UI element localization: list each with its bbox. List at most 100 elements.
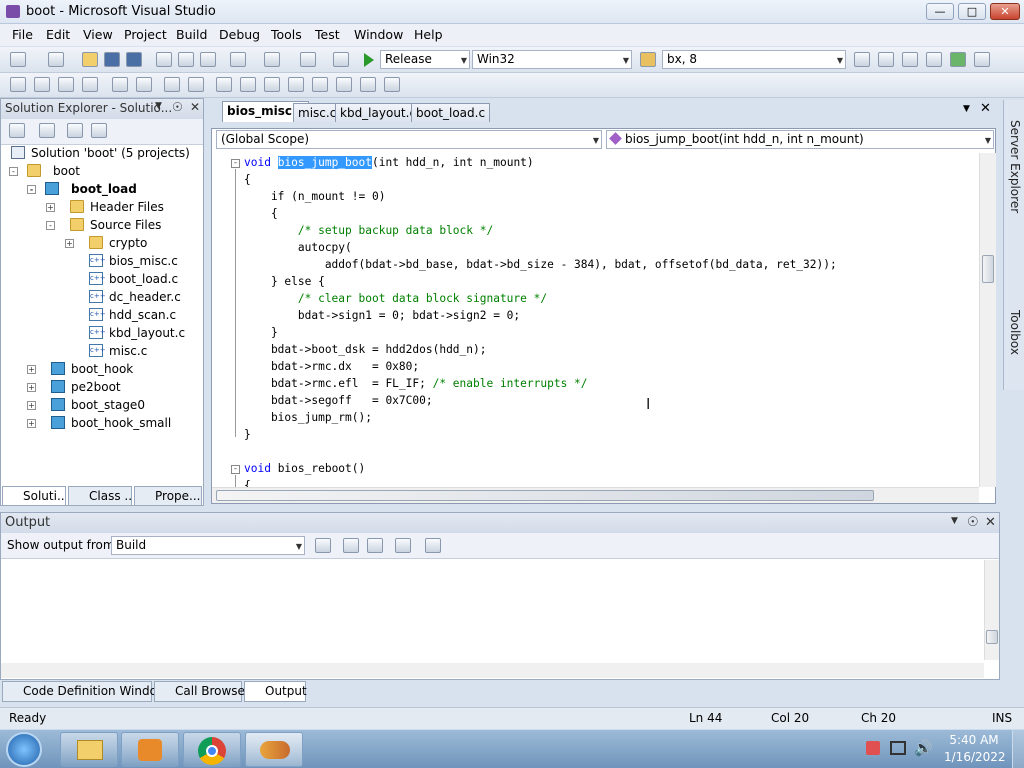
next-bookmark-doc-icon[interactable] xyxy=(360,77,376,92)
chrome-taskbar-button[interactable] xyxy=(183,732,241,767)
undo-icon[interactable] xyxy=(230,52,246,67)
toolbox-icon[interactable] xyxy=(926,52,942,67)
start-page-icon[interactable] xyxy=(950,52,966,67)
find-icon[interactable] xyxy=(854,52,870,67)
expand-icon[interactable]: + xyxy=(65,239,74,248)
output-vertical-scrollbar[interactable] xyxy=(984,560,999,660)
display-object-member-list-icon[interactable] xyxy=(10,77,26,92)
maximize-button[interactable]: □ xyxy=(958,3,986,20)
parameter-info-icon[interactable] xyxy=(34,77,50,92)
next-message-icon[interactable] xyxy=(367,538,383,553)
next-bookmark-icon[interactable] xyxy=(264,77,280,92)
panel-dropdown-icon[interactable]: ▼ xyxy=(155,101,162,111)
editor-vertical-scrollbar[interactable] xyxy=(979,153,996,487)
editor-horizontal-scrollbar[interactable] xyxy=(212,487,979,503)
tree-item-boot-load-c[interactable]: c++ boot_load.c xyxy=(89,270,178,288)
scope-dropdown[interactable]: (Global Scope) ▼ xyxy=(216,130,602,149)
scrollbar-thumb[interactable] xyxy=(982,255,994,283)
quick-info-icon[interactable] xyxy=(58,77,74,92)
tree-item-crypto[interactable]: + crypto xyxy=(65,234,147,252)
tab-code-definition-window[interactable]: Code Definition Window xyxy=(2,681,167,702)
menu-build[interactable]: Build xyxy=(176,27,207,42)
solution-explorer-icon[interactable] xyxy=(878,52,894,67)
doc-tab-boot-load[interactable]: boot_load.c xyxy=(411,103,491,122)
expand-icon[interactable]: + xyxy=(27,383,36,392)
command-window-icon[interactable] xyxy=(974,52,990,67)
add-item-icon[interactable] xyxy=(48,52,64,67)
toolbox-tab[interactable]: Toolbox xyxy=(1008,310,1022,355)
navigate-icon[interactable] xyxy=(300,52,316,67)
doc-tab-kbd-layout[interactable]: kbd_layout.c xyxy=(335,103,422,122)
visual-studio-taskbar-button[interactable] xyxy=(245,732,303,767)
word-completion-icon[interactable] xyxy=(82,77,98,92)
expand-icon[interactable]: + xyxy=(27,419,36,428)
next-bookmark-folder-icon[interactable] xyxy=(312,77,328,92)
find-in-files-icon[interactable] xyxy=(640,52,656,67)
tab-call-browser[interactable]: Call Browser xyxy=(154,681,250,702)
expand-icon[interactable]: + xyxy=(27,401,36,410)
tree-item-kbd-layout[interactable]: c++ kbd_layout.c xyxy=(89,324,185,342)
tree-item-pe2boot[interactable]: + pe2boot xyxy=(27,378,121,396)
code-text[interactable]: void bios_jump_boot(int hdd_n, int n_mou… xyxy=(244,154,837,494)
tab-class-view[interactable]: Class ... xyxy=(68,486,132,506)
open-file-icon[interactable] xyxy=(82,52,98,67)
refresh-icon[interactable] xyxy=(67,123,83,138)
cut-icon[interactable] xyxy=(156,52,172,67)
show-desktop-button[interactable] xyxy=(1012,730,1024,768)
clock[interactable]: 5:40 AM 1/16/2022 xyxy=(944,733,1006,764)
previous-bookmark-icon[interactable] xyxy=(240,77,256,92)
active-files-dropdown-icon[interactable]: ▼ xyxy=(963,104,970,114)
tree-item-source-files[interactable]: - Source Files xyxy=(46,216,161,234)
find-combo[interactable]: bx, 8 ▼ xyxy=(662,50,846,69)
pin-icon[interactable]: ☉ xyxy=(172,100,183,114)
properties-icon[interactable] xyxy=(9,123,25,138)
tree-item-header-files[interactable]: + Header Files xyxy=(46,198,164,216)
menu-tools[interactable]: Tools xyxy=(271,27,302,42)
output-horizontal-scrollbar[interactable] xyxy=(1,663,984,678)
tree-item-hdd-scan[interactable]: c++ hdd_scan.c xyxy=(89,306,176,324)
close-document-icon[interactable]: ✕ xyxy=(980,101,991,116)
view-class-diagram-icon[interactable] xyxy=(91,123,107,138)
scrollbar-thumb[interactable] xyxy=(216,490,874,501)
code-editor[interactable]: (Global Scope) ▼ bios_jump_boot(int hdd_n… xyxy=(211,128,996,504)
clear-all-icon[interactable] xyxy=(395,538,411,553)
output-source-dropdown[interactable]: Build ▼ xyxy=(111,536,305,555)
previous-message-icon[interactable] xyxy=(343,538,359,553)
debug-window-icon[interactable] xyxy=(333,52,349,67)
show-all-files-icon[interactable] xyxy=(39,123,55,138)
scrollbar-thumb[interactable] xyxy=(986,630,998,644)
prev-bookmark-doc-icon[interactable] xyxy=(336,77,352,92)
tree-item-misc[interactable]: c++ misc.c xyxy=(89,342,147,360)
tab-output[interactable]: Output xyxy=(244,681,307,702)
start-button[interactable] xyxy=(6,732,42,767)
platform-dropdown[interactable]: Win32 ▼ xyxy=(472,50,632,69)
tree-item-boot[interactable]: - boot xyxy=(9,162,80,180)
copy-icon[interactable] xyxy=(178,52,194,67)
panel-dropdown-icon[interactable]: ▼ xyxy=(951,516,958,526)
start-debugging-icon[interactable] xyxy=(364,53,374,67)
pin-icon[interactable]: ☉ xyxy=(967,515,979,530)
menu-window[interactable]: Window xyxy=(354,27,403,42)
collapse-region-icon[interactable]: - xyxy=(231,465,240,474)
minimize-button[interactable]: — xyxy=(926,3,954,20)
tree-item-boot-stage0[interactable]: + boot_stage0 xyxy=(27,396,145,414)
tree-item-dc-header[interactable]: c++ dc_header.c xyxy=(89,288,181,306)
redo-icon[interactable] xyxy=(264,52,280,67)
collapse-icon[interactable]: - xyxy=(46,221,55,230)
menu-file[interactable]: File xyxy=(12,27,33,42)
menu-help[interactable]: Help xyxy=(414,27,443,42)
new-project-icon[interactable] xyxy=(10,52,26,67)
server-explorer-tab[interactable]: Server Explorer xyxy=(1008,120,1022,213)
decrease-indent-icon[interactable] xyxy=(112,77,128,92)
menu-debug[interactable]: Debug xyxy=(219,27,260,42)
collapse-icon[interactable]: - xyxy=(9,167,18,176)
member-dropdown[interactable]: bios_jump_boot(int hdd_n, int n_mount) ▼ xyxy=(606,130,994,149)
panel-close-icon[interactable]: ✕ xyxy=(985,515,996,530)
tab-solution-explorer[interactable]: Soluti... xyxy=(2,486,66,506)
collapse-icon[interactable]: - xyxy=(27,185,36,194)
close-button[interactable]: ✕ xyxy=(990,3,1020,20)
increase-indent-icon[interactable] xyxy=(136,77,152,92)
menu-view[interactable]: View xyxy=(83,27,113,42)
uncomment-icon[interactable] xyxy=(188,77,204,92)
panel-close-icon[interactable]: ✕ xyxy=(190,100,200,114)
